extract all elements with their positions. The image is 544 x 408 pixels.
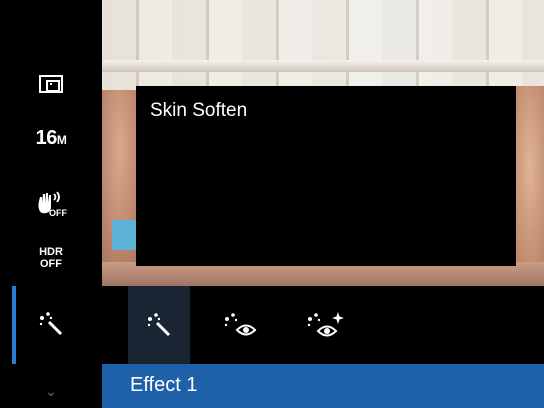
hdr-label: HDR OFF [39,246,63,270]
magic-wand-icon [39,312,63,336]
magic-effect-button[interactable] [0,304,102,344]
selected-option-label: Effect 1 [130,374,198,396]
metering-icon [39,75,63,93]
info-panel: Skin Soften [136,86,516,266]
option-eye-enhance[interactable] [210,286,272,364]
settings-sidebar: 16M OFF HDR OFF ⌄ [0,0,102,408]
option-skin-soften[interactable] [128,286,190,364]
selection-label-bar: Effect 1 [102,364,544,408]
chevron-down-icon: ⌄ [45,382,57,399]
svg-text:OFF: OFF [49,208,67,217]
background-beam [102,60,544,72]
eye-enhance-icon [224,313,257,336]
skin-soften-icon [147,313,171,337]
options-bar [102,286,544,364]
info-title: Skin Soften [150,100,248,121]
resolution-button[interactable]: 16M [0,118,102,158]
stabilizer-button[interactable]: OFF [0,186,102,222]
more-button[interactable]: ⌄ [0,378,102,404]
image-stabilizer-icon: OFF [38,191,67,217]
eye-sparkle-icon [307,312,344,337]
background-blinds [102,0,544,96]
metering-button[interactable] [0,66,102,102]
hdr-button[interactable]: HDR OFF [0,242,102,274]
option-eye-sparkle[interactable] [294,286,356,364]
resolution-label: 16M [35,126,67,149]
